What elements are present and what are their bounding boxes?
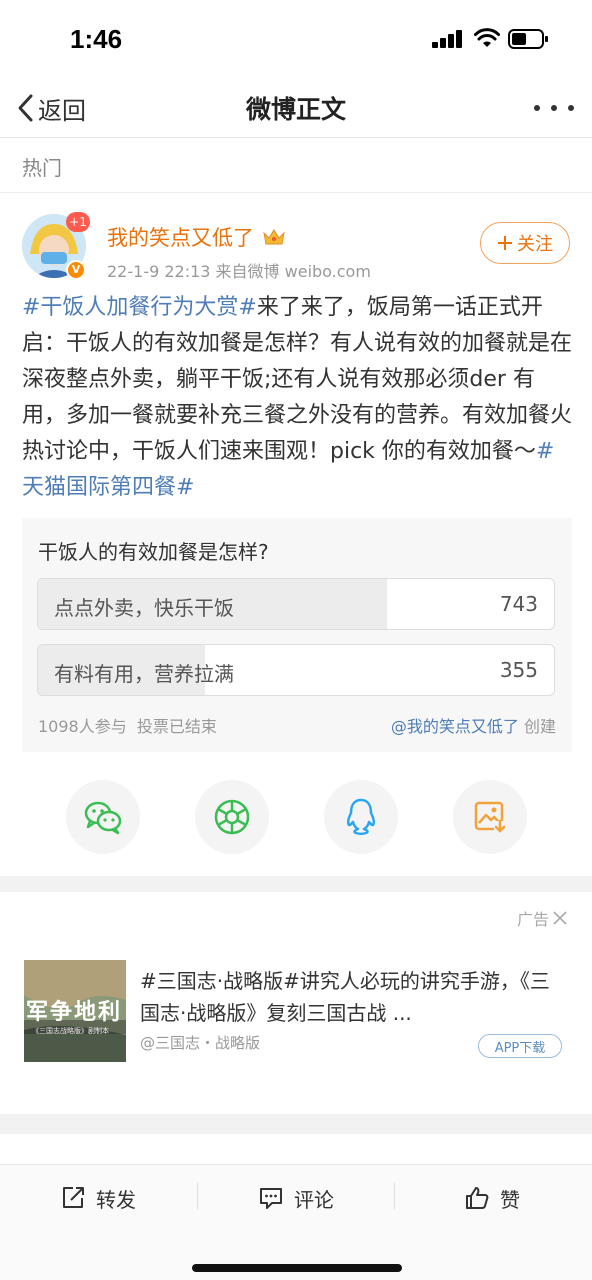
- bottom-action-bar: 转发 评论 赞: [0, 1164, 592, 1280]
- hashtag-link[interactable]: #干饭人加餐行为大赏#: [22, 295, 257, 320]
- post-body: 来了来了，饭局第一话正式开启：干饭人的有效加餐是怎样？有人说有效的加餐就是在深夜…: [22, 295, 573, 464]
- stats-tabs-peek: [0, 1134, 592, 1164]
- username: 我的笑点又低了: [107, 226, 254, 250]
- thumbs-up-icon: [466, 1187, 489, 1209]
- section-divider: [0, 876, 592, 892]
- share-moments-button[interactable]: [195, 780, 269, 854]
- comment-label: 评论: [294, 1187, 334, 1212]
- crown-icon: [263, 229, 285, 245]
- ad-thumbnail-text: 军争地利: [26, 999, 123, 1025]
- poll-option-count: 355: [499, 658, 538, 682]
- save-image-icon: [474, 801, 506, 833]
- save-image-button[interactable]: [453, 780, 527, 854]
- close-icon: [553, 911, 567, 925]
- status-time: 1:46: [70, 24, 123, 54]
- wifi-icon: [474, 28, 500, 47]
- ad-close-button[interactable]: 广告: [517, 906, 568, 930]
- like-button[interactable]: 赞: [464, 1181, 520, 1215]
- app-download-button[interactable]: APP下载: [478, 1034, 562, 1058]
- battery-icon: [508, 29, 548, 49]
- poll-creator-link[interactable]: @我的笑点又低了: [391, 717, 519, 736]
- nav-bar: 返回 微博正文: [0, 80, 592, 138]
- wechat-icon: [84, 801, 122, 835]
- ad-thumbnail[interactable]: 军争地利 《三国志战略版》剧制本: [24, 960, 126, 1062]
- repost-label: 转发: [96, 1187, 136, 1212]
- section-header: 热门: [0, 139, 592, 193]
- status-bar: 1:46: [0, 0, 592, 80]
- share-qq-button[interactable]: [324, 780, 398, 854]
- avatar-badge: +1: [66, 212, 90, 232]
- section-label: 热门: [22, 156, 62, 180]
- like-label: 赞: [500, 1187, 520, 1212]
- divider: [394, 1183, 395, 1209]
- poll-option[interactable]: 点点外卖，快乐干饭 743: [37, 578, 555, 630]
- post-meta: 22-1-9 22:13 来自微博 weibo.com: [107, 262, 371, 281]
- repost-icon: [63, 1187, 84, 1208]
- username-link[interactable]: 我的笑点又低了: [107, 222, 286, 252]
- poll-option[interactable]: 有料有用，营养拉满 355: [37, 644, 555, 696]
- divider: [197, 1183, 198, 1209]
- home-indicator: [192, 1264, 402, 1272]
- poll-option-label: 有料有用，营养拉满: [54, 662, 234, 686]
- follow-label: 关注: [517, 234, 553, 255]
- poll-created-label: 创建: [523, 717, 556, 736]
- comment-button[interactable]: 评论: [258, 1181, 334, 1215]
- section-divider: [0, 1114, 592, 1134]
- more-button[interactable]: [534, 96, 574, 120]
- poll-creator-info: @我的笑点又低了 创建: [391, 713, 556, 737]
- repost-button[interactable]: 转发: [60, 1181, 136, 1215]
- poll-status: 投票已结束: [136, 717, 217, 736]
- poll-participants: 1098人参与: [38, 717, 127, 736]
- share-wechat-button[interactable]: [66, 780, 140, 854]
- moments-icon: [214, 799, 250, 835]
- ad-title[interactable]: #三国志·战略版#讲究人必玩的讲究手游，《三国志·战略版》复刻三国古战 ...: [140, 965, 560, 1029]
- verified-badge: V: [66, 260, 86, 280]
- post-text: #干饭人加餐行为大赏#来了来了，饭局第一话正式开启：干饭人的有效加餐是怎样？有人…: [22, 290, 574, 506]
- plus-icon: [498, 236, 512, 250]
- qq-icon: [346, 798, 376, 835]
- poll-option-count: 743: [499, 592, 538, 616]
- comment-icon: [260, 1188, 282, 1209]
- poll-question: 干饭人的有效加餐是怎样?: [38, 540, 269, 564]
- poll-card: 干饭人的有效加餐是怎样? 点点外卖，快乐干饭 743 有料有用，营养拉满 355…: [22, 518, 572, 752]
- signal-icon: [432, 30, 464, 48]
- poll-option-label: 点点外卖，快乐干饭: [54, 596, 234, 620]
- ad-source: @三国志・战略版: [140, 1034, 261, 1052]
- follow-button[interactable]: 关注: [480, 222, 570, 264]
- poll-stats: 1098人参与 投票已结束: [38, 713, 217, 737]
- page-title: 微博正文: [245, 95, 346, 124]
- ad-label: 广告: [516, 910, 549, 929]
- ad-thumbnail-subtext: 《三国志战略版》剧制本: [32, 1027, 109, 1035]
